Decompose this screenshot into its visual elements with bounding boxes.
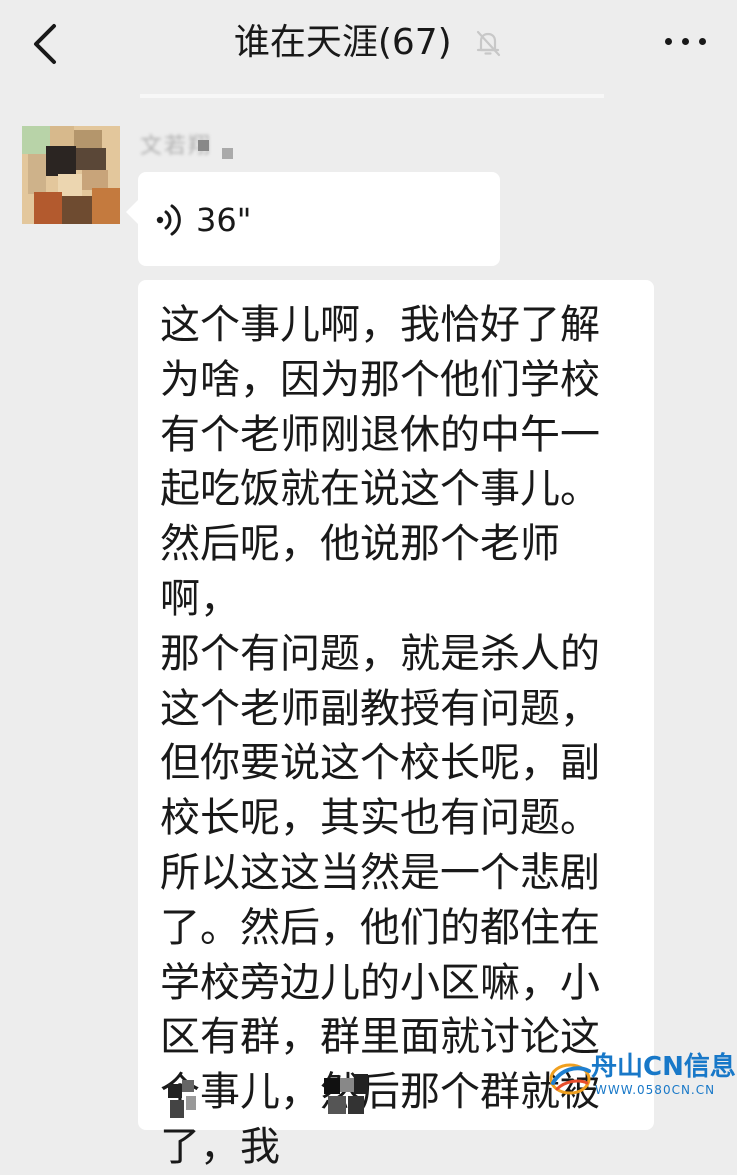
chat-header: 谁在天涯(67) <box>0 0 737 92</box>
avatar[interactable] <box>22 126 120 224</box>
text-mosaic <box>164 1076 204 1120</box>
voice-transcript-text: 这个事儿啊，我恰好了解 为啥，因为那个他们学校 有个老师刚退休的中午一 起吃饭就… <box>160 302 600 1170</box>
bell-off-icon <box>477 30 501 57</box>
watermark-url: WWW.0580CN.CN <box>595 1083 716 1097</box>
text-mosaic <box>324 1070 372 1120</box>
globe-logo-icon <box>549 1063 591 1095</box>
header-divider <box>140 94 604 98</box>
name-mosaic <box>222 148 233 159</box>
voice-message-bubble[interactable]: 36" <box>126 172 500 266</box>
chat-title: 谁在天涯(67) <box>233 22 452 63</box>
more-horizontal-icon[interactable] <box>663 32 709 52</box>
name-mosaic <box>198 140 209 151</box>
watermark-brand: 舟山CN信息网 <box>591 1052 737 1082</box>
voice-duration: 36" <box>196 201 252 239</box>
chat-title-row: 谁在天涯(67) <box>0 18 737 67</box>
voice-transcript-bubble[interactable]: 这个事儿啊，我恰好了解 为啥，因为那个他们学校 有个老师刚退休的中午一 起吃饭就… <box>138 280 654 1170</box>
voice-wave-icon <box>156 204 181 236</box>
site-watermark: 舟山CN信息网 WWW.0580CN.CN <box>547 1051 737 1101</box>
